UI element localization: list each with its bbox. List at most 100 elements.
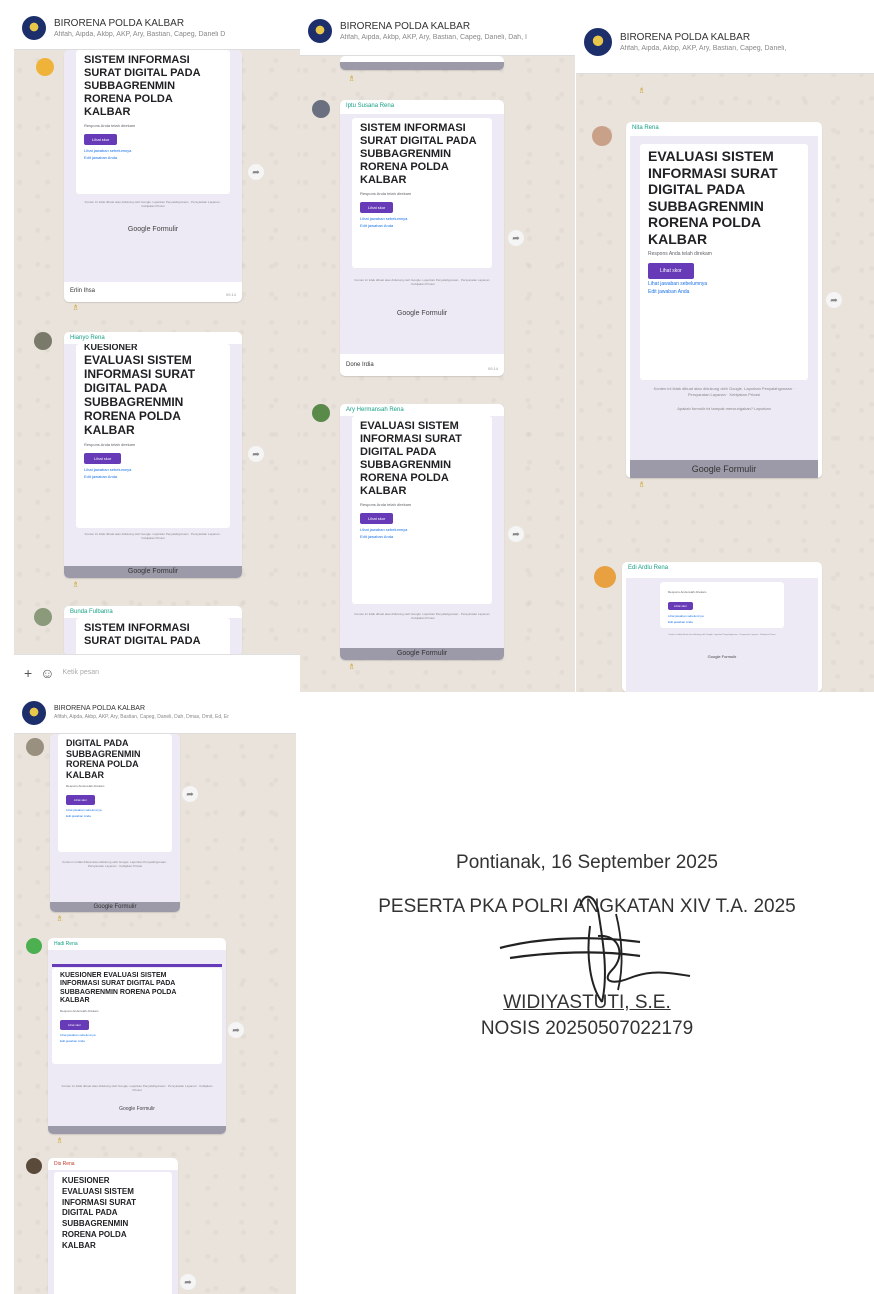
chat-header[interactable]: BIRORENA POLDA KALBAR Afifah, Aipda, Akb…	[576, 10, 874, 74]
previous-answers-link[interactable]: Lihat jawaban sebelumnya	[66, 808, 164, 812]
form-preview-card[interactable]: EVALUASI SISTEM INFORMASI SURAT DIGITAL …	[340, 416, 504, 660]
form-message-bubble[interactable]: Iptu Susana Rena SISTEM INFORMASI SURAT …	[340, 100, 504, 376]
sender-avatar[interactable]	[312, 404, 330, 422]
form-title: EVALUASI SISTEM INFORMASI SURAT DIGITAL …	[84, 352, 196, 438]
form-message-bubble[interactable]: Dis Rena KUESIONER EVALUASI SISTEM INFOR…	[48, 1158, 178, 1294]
view-score-button[interactable]: Lihat skor	[360, 201, 394, 213]
sender-avatar[interactable]	[26, 938, 42, 954]
form-preview-card[interactable]: SISTEM INFORMASI SURAT DIGITAL PADA SUBB…	[340, 114, 504, 354]
view-score-button[interactable]: Lihat skor	[60, 1020, 90, 1030]
forward-icon[interactable]: ➦	[508, 526, 524, 542]
edit-answer-link[interactable]: Edit jawaban Anda	[360, 534, 484, 539]
form-title: KUESIONER EVALUASI SISTEM INFORMASI SURA…	[62, 1176, 137, 1250]
sender-name: Ary Hermansah Rena	[346, 407, 404, 413]
form-message-bubble[interactable]: DIGITAL PADA SUBBAGRENMIN RORENA POLDA K…	[50, 734, 180, 912]
form-message-bubble[interactable]: Ary Hermansah Rena EVALUASI SISTEM INFOR…	[340, 404, 504, 660]
form-suspicious-text: Apakah formulir ini tampak mencurigakan?…	[677, 406, 771, 411]
form-preview-card[interactable]: SISTEM INFORMASI SURAT DIGITAL PADA SUBB…	[64, 50, 242, 282]
sender-avatar[interactable]	[592, 126, 612, 146]
previous-answers-link[interactable]: Lihat jawaban sebelumnya	[668, 614, 776, 618]
previous-answers-link[interactable]: Lihat jawaban sebelumnya	[648, 281, 800, 287]
sender-avatar[interactable]	[26, 738, 44, 756]
edit-answer-link[interactable]: Edit jawaban Anda	[360, 223, 484, 228]
previous-answers-link[interactable]: Lihat jawaban sebelumnya	[60, 1033, 214, 1037]
chat-screenshot-4: BIRORENA POLDA KALBAR Afifah, Aipda, Akb…	[14, 692, 296, 1294]
forward-icon[interactable]: ➦	[228, 1022, 244, 1038]
form-preview-card[interactable]: DIGITAL PADA SUBBAGRENMIN RORENA POLDA K…	[50, 734, 180, 912]
chat-header[interactable]: BIRORENA POLDA KALBAR Afifah, Aipda, Akb…	[300, 6, 575, 56]
sender-avatar[interactable]	[26, 1158, 42, 1174]
view-score-button[interactable]: Lihat skor	[668, 602, 694, 610]
form-message-bubble[interactable]: SISTEM INFORMASI SURAT DIGITAL PADA SUBB…	[64, 50, 242, 302]
reaction-icon[interactable]: ♗	[72, 580, 79, 589]
group-name: BIRORENA POLDA KALBAR	[54, 17, 185, 29]
previous-answers-link[interactable]: Lihat jawaban sebelumnya	[84, 148, 222, 153]
google-forms-brand: Google Formulir	[127, 226, 179, 233]
form-footer: Konten ini tidak dibuat atau didukung ol…	[84, 532, 222, 541]
group-avatar[interactable]	[308, 18, 332, 43]
emoji-icon[interactable]: ☺	[40, 665, 54, 681]
previous-answers-link[interactable]: Lihat jawaban sebelumnya	[84, 467, 222, 472]
sender-avatar[interactable]	[34, 608, 52, 626]
form-footer: Konten ini tidak dibuat atau didukung ol…	[668, 634, 776, 636]
form-message-bubble-end[interactable]	[340, 56, 504, 70]
sender-avatar[interactable]	[34, 332, 52, 350]
edit-answer-link[interactable]: Edit jawaban Anda	[648, 289, 800, 295]
edit-answer-link[interactable]: Edit jawaban Anda	[668, 620, 776, 624]
edit-answer-link[interactable]: Edit jawaban Anda	[84, 155, 222, 160]
form-message-bubble[interactable]: Bunda Fulbanra SISTEM INFORMASI SURAT DI…	[64, 606, 242, 656]
reaction-icon[interactable]: ♗	[348, 662, 355, 671]
view-score-button[interactable]: Lihat skor	[84, 133, 118, 145]
form-preview-card[interactable]: Respons Anda telah direkam Lihat skor Li…	[626, 578, 818, 692]
reaction-icon[interactable]: ♗	[56, 1136, 63, 1145]
plus-icon[interactable]: +	[24, 665, 32, 681]
reaction-icon[interactable]: ♗	[638, 86, 645, 95]
message-caption: Done Irdia	[346, 362, 374, 368]
forward-icon[interactable]: ➦	[180, 1274, 196, 1290]
group-avatar[interactable]	[22, 700, 46, 725]
form-preview-card[interactable]: KUESIONER EVALUASI SISTEM INFORMASI SURA…	[64, 344, 242, 578]
view-score-button[interactable]: Lihat skor	[84, 452, 122, 464]
previous-answers-link[interactable]: Lihat jawaban sebelumnya	[360, 216, 484, 221]
reaction-icon[interactable]: ♗	[72, 303, 79, 312]
forward-icon[interactable]: ➦	[182, 786, 198, 802]
form-footer: Konten ini tidak dibuat atau didukung ol…	[84, 200, 222, 209]
form-preview-card[interactable]: SISTEM INFORMASI SURAT DIGITAL PADA	[64, 618, 242, 656]
form-footer: Konten ini tidak dibuat atau didukung ol…	[354, 278, 490, 287]
chat-header[interactable]: BIRORENA POLDA KALBAR Afifah, Aipda, Akb…	[14, 692, 296, 734]
sender-name: Hianyo Rena	[70, 335, 105, 341]
view-score-button[interactable]: Lihat skor	[360, 512, 394, 524]
reaction-icon[interactable]: ♗	[638, 480, 645, 489]
chat-header[interactable]: BIRORENA POLDA KALBAR Afifah, Aipda, Akb…	[14, 6, 300, 50]
view-score-button[interactable]: Lihat skor	[648, 263, 694, 280]
sender-avatar[interactable]	[36, 58, 54, 76]
form-preview-card[interactable]: KUESIONER EVALUASI SISTEM INFORMASI SURA…	[48, 1170, 178, 1294]
previous-answers-link[interactable]: Lihat jawaban sebelumnya	[360, 527, 484, 532]
form-message-bubble[interactable]: Hianyo Rena KUESIONER EVALUASI SISTEM IN…	[64, 332, 242, 578]
reaction-icon[interactable]: ♗	[348, 74, 355, 83]
forward-icon[interactable]: ➦	[248, 446, 264, 462]
forward-icon[interactable]: ➦	[826, 292, 842, 308]
google-forms-brand: Google Formulir	[50, 902, 180, 912]
forward-icon[interactable]: ➦	[508, 230, 524, 246]
form-title: SISTEM INFORMASI SURAT DIGITAL PADA	[84, 622, 201, 647]
participant-name: WIDIYASTUTI, S.E.	[503, 992, 671, 1013]
form-response-text: Respons Anda telah direkam	[84, 441, 136, 447]
message-input[interactable]: Ketik pesan	[62, 669, 290, 676]
form-preview-card[interactable]: KUESIONER EVALUASI SISTEM INFORMASI SURA…	[48, 950, 226, 1134]
view-score-button[interactable]: Lihat skor	[66, 795, 96, 806]
form-response-text: Respons Anda telah direkam	[360, 501, 412, 507]
form-message-bubble[interactable]: Nita Rena EVALUASI SISTEM INFORMASI SURA…	[626, 122, 822, 478]
form-preview-card[interactable]: EVALUASI SISTEM INFORMASI SURAT DIGITAL …	[630, 136, 818, 478]
group-avatar[interactable]	[22, 15, 46, 40]
form-message-bubble[interactable]: Edi Ardlu Rena Respons Anda telah direka…	[622, 562, 822, 692]
group-avatar[interactable]	[584, 27, 612, 56]
forward-icon[interactable]: ➦	[248, 164, 264, 180]
sender-avatar[interactable]	[594, 566, 616, 588]
edit-answer-link[interactable]: Edit jawaban Anda	[66, 814, 164, 818]
reaction-icon[interactable]: ♗	[56, 914, 63, 923]
edit-answer-link[interactable]: Edit jawaban Anda	[60, 1039, 214, 1043]
sender-avatar[interactable]	[312, 100, 330, 118]
edit-answer-link[interactable]: Edit jawaban Anda	[84, 474, 222, 479]
form-message-bubble[interactable]: Hadi Rena KUESIONER EVALUASI SISTEM INFO…	[48, 938, 226, 1134]
